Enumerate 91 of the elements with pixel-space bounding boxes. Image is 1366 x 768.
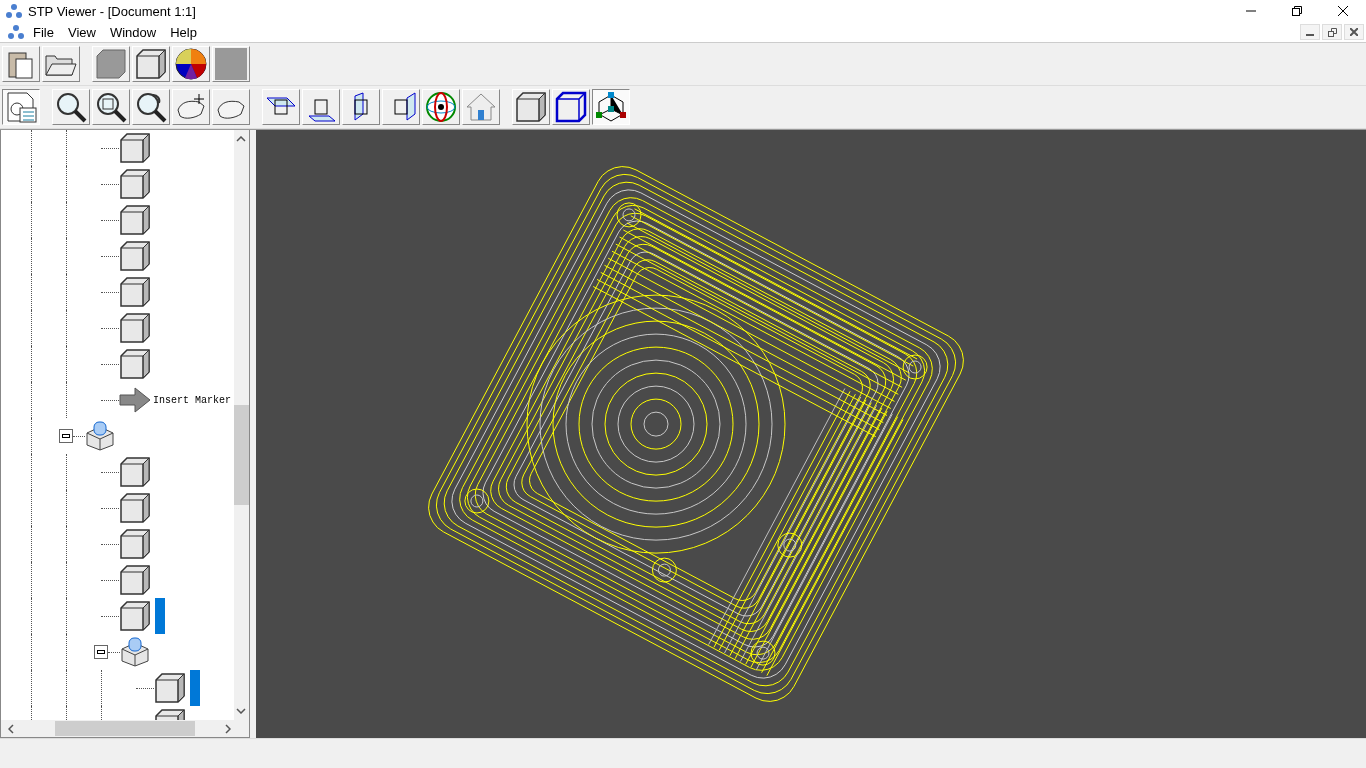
part-cube-icon xyxy=(119,528,151,560)
zoom-window-icon xyxy=(95,91,127,123)
scroll-thumb[interactable] xyxy=(55,721,195,736)
tree-item[interactable] xyxy=(119,598,165,634)
tree-item[interactable] xyxy=(119,562,151,598)
part-cube-icon xyxy=(119,492,151,524)
tree-item[interactable] xyxy=(119,166,151,202)
3d-viewport[interactable] xyxy=(256,130,1366,738)
document-list-icon xyxy=(5,91,37,123)
document-icon xyxy=(8,24,24,40)
axes-view-button[interactable] xyxy=(592,89,630,125)
solid-view-button[interactable] xyxy=(512,89,550,125)
horizontal-scrollbar[interactable] xyxy=(1,720,249,737)
tree-item[interactable] xyxy=(119,490,151,526)
chevron-up-icon xyxy=(236,136,246,142)
paste-button[interactable] xyxy=(2,46,40,82)
menu-item[interactable]: Help xyxy=(170,24,197,40)
color-wheel-icon xyxy=(175,48,207,80)
scroll-thumb[interactable] xyxy=(234,405,249,505)
box-icon xyxy=(135,48,167,80)
close-button[interactable] xyxy=(1344,24,1364,40)
tree-item[interactable] xyxy=(119,274,151,310)
zoom-previous-icon xyxy=(135,91,167,123)
tree-item[interactable] xyxy=(119,346,151,382)
menu-item[interactable]: File xyxy=(33,24,54,40)
part-cube-icon xyxy=(119,312,151,344)
minimize-button[interactable] xyxy=(1300,24,1320,40)
tree-item[interactable] xyxy=(119,310,151,346)
zoom-button[interactable] xyxy=(52,89,90,125)
assembly-icon xyxy=(120,637,150,667)
part-cube-icon xyxy=(119,204,151,236)
restore-icon xyxy=(1292,6,1302,16)
minus-icon xyxy=(62,434,70,438)
tree-item[interactable] xyxy=(119,130,151,166)
tree-item[interactable]: Insert Marker xyxy=(119,382,231,418)
chevron-left-icon xyxy=(8,724,14,734)
chevron-right-icon xyxy=(225,724,231,734)
square-icon xyxy=(215,48,247,80)
home-button[interactable] xyxy=(462,89,500,125)
part-cube-icon xyxy=(119,132,151,164)
color-wheel-button[interactable] xyxy=(172,46,210,82)
rotate-button[interactable] xyxy=(212,89,250,125)
tree-item[interactable] xyxy=(119,526,151,562)
hand-move-icon xyxy=(175,92,207,122)
part-cube-icon xyxy=(119,456,151,488)
chevron-down-icon xyxy=(236,708,246,714)
axes-icon xyxy=(595,91,627,123)
part-cube-icon xyxy=(119,240,151,272)
collapse-button[interactable] xyxy=(59,429,73,443)
tree-item[interactable] xyxy=(154,670,200,706)
vertical-scrollbar[interactable] xyxy=(234,130,249,720)
window-title: STP Viewer - [Document 1:1] xyxy=(28,3,196,19)
tree-item[interactable] xyxy=(119,454,151,490)
side-view-button[interactable] xyxy=(342,89,380,125)
app-icon xyxy=(6,3,22,19)
tree-item[interactable] xyxy=(119,202,151,238)
pan-button[interactable] xyxy=(172,89,210,125)
close-icon xyxy=(1338,6,1348,16)
tree-view-button[interactable] xyxy=(2,89,40,125)
wireframe-view-button[interactable] xyxy=(552,89,590,125)
menu-item[interactable]: View xyxy=(67,24,96,40)
collapse-button[interactable] xyxy=(94,645,108,659)
part-cube-icon xyxy=(119,168,151,200)
zoom-previous-button[interactable] xyxy=(132,89,170,125)
top-view-button[interactable] xyxy=(262,89,300,125)
front-view-button[interactable] xyxy=(302,89,340,125)
assembly-icon xyxy=(85,421,115,451)
restore-button[interactable] xyxy=(1322,24,1342,40)
clipboard-icon xyxy=(6,49,36,79)
part-cube-icon xyxy=(119,600,151,632)
part-cube-icon xyxy=(119,348,151,380)
shaded-box-button[interactable] xyxy=(92,46,130,82)
box-button[interactable] xyxy=(132,46,170,82)
house-icon xyxy=(466,92,496,122)
right-view-button[interactable] xyxy=(382,89,420,125)
orbit-button[interactable] xyxy=(422,89,460,125)
part-cube-icon xyxy=(119,564,151,596)
tree-item[interactable] xyxy=(119,238,151,274)
close-icon xyxy=(1350,28,1358,36)
restore-icon xyxy=(1327,27,1337,37)
box-icon xyxy=(95,48,127,80)
open-button[interactable] xyxy=(42,46,80,82)
menu-item[interactable]: Window xyxy=(109,24,157,40)
zoom-window-button[interactable] xyxy=(92,89,130,125)
solid-cube-icon xyxy=(515,91,547,123)
minus-icon xyxy=(97,650,105,654)
globe-icon xyxy=(425,91,457,123)
zoom-icon xyxy=(55,91,87,123)
part-cube-icon xyxy=(119,276,151,308)
part-cube-icon xyxy=(154,672,186,704)
wireframe-cube-icon xyxy=(555,91,587,123)
